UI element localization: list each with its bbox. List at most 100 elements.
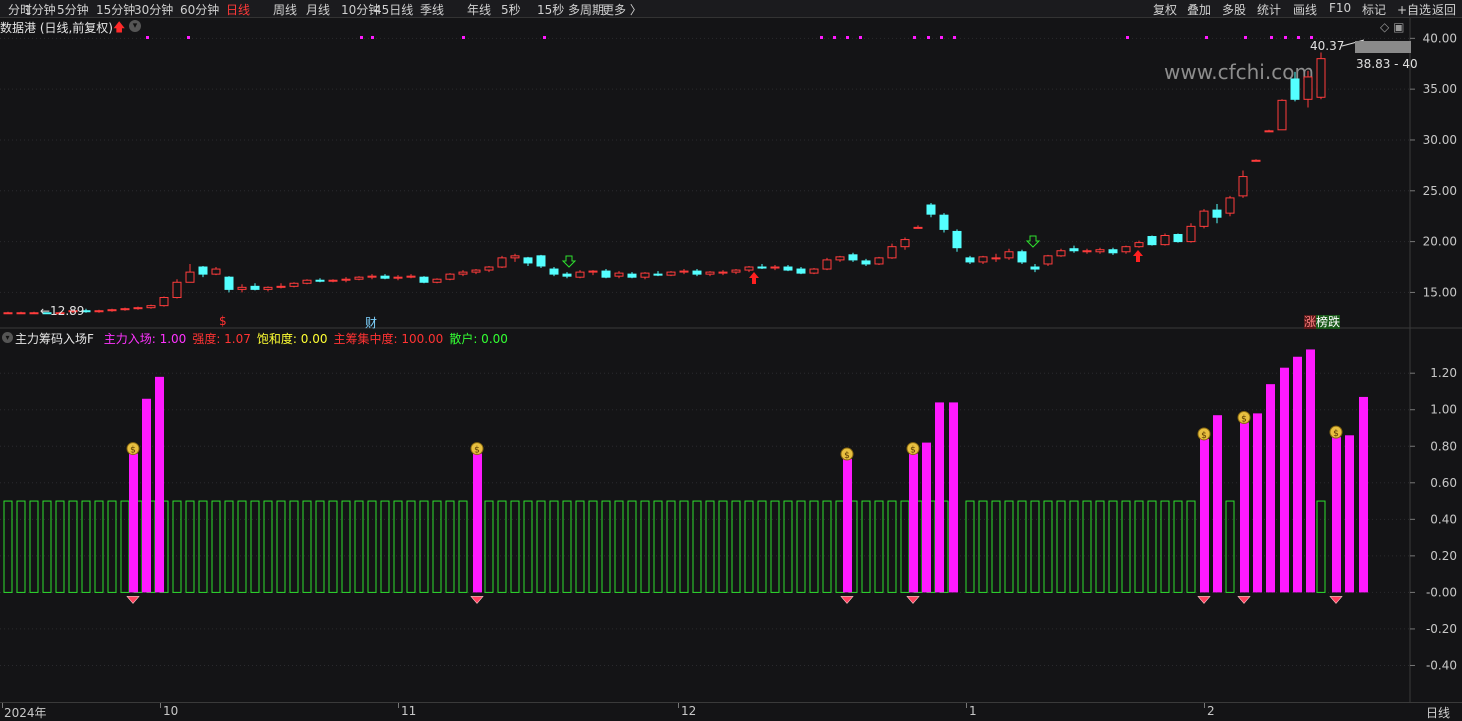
signal-dot <box>913 36 916 39</box>
retail-box <box>458 500 468 593</box>
candle-body <box>965 257 975 263</box>
retail-box <box>1134 500 1144 593</box>
candle-body <box>237 286 247 290</box>
retail-box <box>1004 500 1014 593</box>
retail-box <box>1147 500 1157 593</box>
indicator-field-2: 饱和度: 0.00 <box>256 332 328 346</box>
date-label-5: 2 <box>1207 704 1215 718</box>
limit-list-marker[interactable]: 涨榜跌 <box>1304 313 1341 330</box>
retail-box <box>575 500 585 593</box>
candle-body <box>757 266 767 269</box>
retail-box <box>328 500 338 593</box>
price-axis-label-4: 20.00 <box>1423 235 1457 249</box>
dollar-marker[interactable]: $ <box>219 314 227 328</box>
indicator-axis-label-8: -0.40 <box>1426 658 1457 672</box>
indicator-axis-label-6: -0.00 <box>1426 585 1457 599</box>
candle-body <box>1056 250 1066 257</box>
signal-dot <box>1297 36 1300 39</box>
signal-dot <box>462 36 465 39</box>
retail-box <box>887 500 897 593</box>
period-label[interactable]: 日线 <box>1426 704 1450 721</box>
retail-box <box>29 500 39 593</box>
candle-body <box>848 254 858 261</box>
up-arrow-icon <box>1133 250 1143 262</box>
date-tick <box>966 703 967 708</box>
retail-box <box>341 500 351 593</box>
candle-body <box>575 271 585 278</box>
signal-dot <box>1270 36 1273 39</box>
retail-box <box>1043 500 1053 593</box>
candle-body <box>224 276 234 290</box>
candle-body <box>1082 250 1092 253</box>
money-bag-symbol: $ <box>1241 415 1247 425</box>
candle-body <box>276 285 286 288</box>
retail-box <box>224 500 234 593</box>
candle-body <box>432 278 442 283</box>
retail-box <box>679 500 689 593</box>
candle-body <box>1108 249 1118 254</box>
retail-box <box>1056 500 1066 593</box>
retail-box <box>1121 500 1131 593</box>
candle-body <box>1043 255 1053 265</box>
main-force-bar <box>949 402 958 593</box>
main-force-bar <box>1253 413 1262 593</box>
diamond-gem-icon <box>906 596 920 604</box>
indicator-field-4: 散户: 0.00 <box>449 332 508 346</box>
main-force-bar <box>843 459 852 593</box>
down-arrow-icon <box>561 255 577 268</box>
retail-box <box>965 500 975 593</box>
candle-body <box>1147 236 1157 246</box>
money-bag-symbol: $ <box>910 446 916 456</box>
retail-box <box>731 500 741 593</box>
main-force-bar <box>473 453 482 593</box>
retail-box <box>289 500 299 593</box>
main-force-bar <box>1266 384 1275 593</box>
candle-body <box>653 273 663 276</box>
candle-body <box>341 278 351 281</box>
retail-box <box>861 500 871 593</box>
retail-box <box>822 500 832 593</box>
signal-dot <box>846 36 849 39</box>
retail-box <box>3 500 13 593</box>
candle-body <box>1303 76 1313 100</box>
finance-marker[interactable]: 财 <box>365 314 377 331</box>
retail-box <box>523 500 533 593</box>
chart-canvas[interactable]: 40.00 35.00 30.00 25.00 20.00 15.00 1.20 1.00 0.… <box>0 0 1462 720</box>
main-force-bar <box>922 442 931 593</box>
indicator-fields: 主力入场: 1.00 强度: 1.07 饱和度: 0.00 主筹集中度: 100.00… <box>98 332 508 346</box>
retail-box <box>718 500 728 593</box>
signal-dot <box>543 36 546 39</box>
indicator-axis-label-7: -0.20 <box>1426 622 1457 636</box>
candle-body <box>640 272 650 278</box>
retail-box <box>445 500 455 593</box>
main-force-bar <box>1345 435 1354 593</box>
candle-body <box>1238 176 1248 197</box>
candle-body <box>796 268 806 274</box>
candle-body <box>887 246 897 259</box>
candle-body <box>289 282 299 287</box>
candle-body <box>120 308 130 311</box>
limit-up-label: 涨 <box>1304 315 1317 329</box>
retail-box <box>692 500 702 593</box>
candle-body <box>1173 233 1183 243</box>
signal-dot <box>859 36 862 39</box>
price-axis-label-0: 40.00 <box>1423 31 1457 45</box>
retail-box <box>16 500 26 593</box>
candle-body <box>822 259 832 270</box>
candle-body <box>380 275 390 279</box>
signal-dot <box>360 36 363 39</box>
indicator-axis-label-4: 0.40 <box>1430 512 1457 526</box>
candle-body <box>562 273 572 277</box>
candle-body <box>861 260 871 265</box>
candle-body <box>1199 210 1209 227</box>
candle-body <box>315 279 325 282</box>
retail-box <box>367 500 377 593</box>
candle-body <box>1212 209 1222 218</box>
retail-box <box>1017 500 1027 593</box>
retail-box <box>380 500 390 593</box>
signal-dot <box>187 36 190 39</box>
retail-box <box>653 500 663 593</box>
candle-body <box>523 257 533 264</box>
main-force-bar <box>1293 356 1302 593</box>
candle-body <box>471 269 481 273</box>
